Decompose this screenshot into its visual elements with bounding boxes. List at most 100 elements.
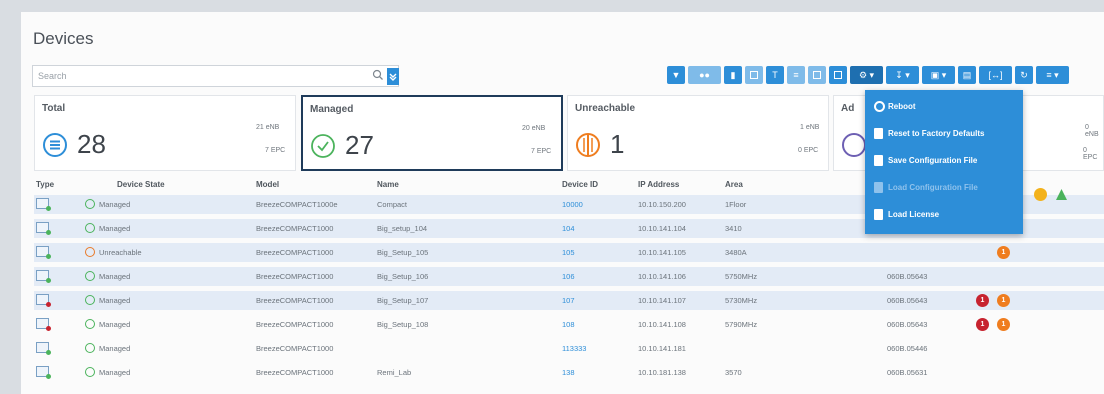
gear-icon[interactable]: ⚙ ▾ [850, 66, 883, 84]
check-circle-icon [85, 295, 95, 305]
cell-device-id[interactable]: 113333 [562, 344, 586, 353]
card-enb: 0 eNB [1085, 124, 1099, 138]
reboot-icon [874, 101, 885, 112]
cell-device-id[interactable]: 104 [562, 224, 575, 233]
card-epc: 7 EPC [531, 148, 552, 155]
search-icon[interactable] [371, 67, 385, 83]
search-input[interactable]: Search [32, 65, 399, 87]
unreachable-icon [85, 247, 95, 257]
table-row[interactable]: Managed BreezeCOMPACT1000 Remi_Lab 138 10.10… [34, 363, 1104, 382]
cell-extra: 060B.05643 [887, 320, 928, 329]
table-row[interactable]: Managed BreezeCOMPACT1000 Big_Setup_106 106… [34, 267, 1104, 286]
cell-name: Compact [377, 200, 408, 209]
menu-item-label: Load License [888, 210, 940, 219]
cell-device-id[interactable]: 10000 [562, 200, 583, 209]
file-icon [874, 155, 883, 166]
chevron-down-icon [389, 73, 397, 81]
card-managed[interactable]: Managed 27 20 eNB 7 EPC [301, 95, 563, 171]
list-icon[interactable]: ≡ [787, 66, 805, 84]
download-icon[interactable]: ↧ ▾ [886, 66, 919, 84]
unreachable-icon [576, 133, 600, 157]
card-label: Ad [841, 103, 855, 114]
text-icon[interactable]: T [766, 66, 784, 84]
cell-device-id[interactable]: 106 [562, 272, 575, 281]
device-type-icon [36, 294, 51, 307]
alert-triangle-icon [1056, 189, 1067, 200]
cell-area: 3410 [725, 224, 742, 233]
card-value: 28 [77, 129, 106, 159]
search-dropdown-button[interactable] [387, 68, 399, 85]
cell-device-id[interactable]: 105 [562, 248, 575, 257]
cell-extra: 060B.05631 [887, 368, 928, 377]
cell-area: 3480A [725, 248, 747, 257]
cell-device-id[interactable]: 108 [562, 320, 575, 329]
card-value: 1 [610, 129, 625, 159]
table-row[interactable]: Managed BreezeCOMPACT1000 Big_Setup_107 107… [34, 291, 1104, 310]
chart-icon[interactable]: ▮ [724, 66, 742, 84]
cell-device-state: Managed [99, 272, 131, 281]
menu-item-label: Reset to Factory Defaults [888, 129, 985, 138]
table-icon[interactable] [808, 66, 826, 84]
menu-item-reboot[interactable]: Reboot [865, 98, 1023, 116]
table-row[interactable]: Unreachable BreezeCOMPACT1000 Big_Setup_10… [34, 243, 1104, 262]
cell-device-state: Managed [99, 224, 131, 233]
check-circle-icon [85, 223, 95, 233]
expand-icon[interactable]: [↔] [979, 66, 1012, 84]
alarm-badge-icon[interactable]: 1 [976, 318, 989, 331]
col-area[interactable]: Area [725, 180, 743, 189]
alarm-badge-icon[interactable]: 1 [997, 294, 1010, 307]
clone-icon[interactable] [829, 66, 847, 84]
cell-ip-address: 10.10.141.105 [638, 248, 686, 257]
card-enb: 20 eNB [522, 125, 546, 132]
toolbar: ▼ ●● ▮ T ≡ ⚙ ▾ ↧ ▾ ▣ ▾ ▤ [↔] ↻ ≡ ▾ [667, 66, 1069, 84]
col-type[interactable]: Type [36, 180, 54, 189]
menu-item-reset-factory-defaults[interactable]: Reset to Factory Defaults [865, 125, 1023, 143]
list-circle-icon [43, 133, 67, 157]
check-circle-icon [85, 343, 95, 353]
table-row[interactable]: Managed BreezeCOMPACT1000 113333 10.10.141.… [34, 339, 1104, 358]
menu-icon[interactable]: ≡ ▾ [1036, 66, 1069, 84]
grid-icon[interactable] [745, 66, 763, 84]
col-name[interactable]: Name [377, 180, 399, 189]
filter-icon[interactable]: ▼ [667, 66, 685, 84]
users-icon[interactable]: ●● [688, 66, 721, 84]
card-unreachable[interactable]: Unreachable 1 1 eNB 0 EPC [567, 95, 829, 171]
check-circle-icon [85, 319, 95, 329]
device-type-icon [36, 342, 51, 355]
menu-item-load-license[interactable]: Load License [865, 206, 1023, 224]
cell-device-id[interactable]: 107 [562, 296, 575, 305]
columns-icon[interactable]: ▤ [958, 66, 976, 84]
check-circle-icon [85, 367, 95, 377]
lock-icon[interactable]: ▣ ▾ [922, 66, 955, 84]
cell-device-state: Managed [99, 320, 131, 329]
cell-name: Big_Setup_106 [377, 272, 429, 281]
col-ip-address[interactable]: IP Address [638, 180, 679, 189]
cell-device-id[interactable]: 138 [562, 368, 575, 377]
cell-name: Big_Setup_105 [377, 248, 429, 257]
alarm-badge-icon[interactable]: 1 [997, 318, 1010, 331]
menu-item-save-configuration[interactable]: Save Configuration File [865, 152, 1023, 170]
device-type-icon [36, 366, 51, 379]
table-row[interactable]: Managed BreezeCOMPACT1000 Big_Setup_108 108… [34, 315, 1104, 334]
device-type-icon [36, 198, 51, 211]
file-icon [874, 209, 883, 220]
alarm-badge-icon[interactable]: 1 [976, 294, 989, 307]
card-label: Unreachable [575, 103, 636, 114]
refresh-icon[interactable]: ↻ [1015, 66, 1033, 84]
card-epc: 0 EPC [1083, 147, 1098, 161]
card-total[interactable]: Total 28 21 eNB 7 EPC [34, 95, 296, 171]
card-enb: 1 eNB [800, 124, 820, 131]
card-enb: 21 eNB [256, 124, 280, 131]
cell-ip-address: 10.10.141.108 [638, 320, 686, 329]
card-label: Managed [310, 104, 354, 115]
col-device-id[interactable]: Device ID [562, 180, 598, 189]
alarm-badge-icon[interactable]: 1 [997, 246, 1010, 259]
cell-ip-address: 10.10.141.107 [638, 296, 686, 305]
col-device-state[interactable]: Device State [117, 180, 165, 189]
col-model[interactable]: Model [256, 180, 279, 189]
cell-model: BreezeCOMPACT1000e [256, 200, 338, 209]
cell-ip-address: 10.10.150.200 [638, 200, 686, 209]
card-epc: 7 EPC [265, 147, 286, 154]
cell-device-state: Managed [99, 344, 131, 353]
menu-item-load-configuration: Load Configuration File [865, 179, 1023, 197]
